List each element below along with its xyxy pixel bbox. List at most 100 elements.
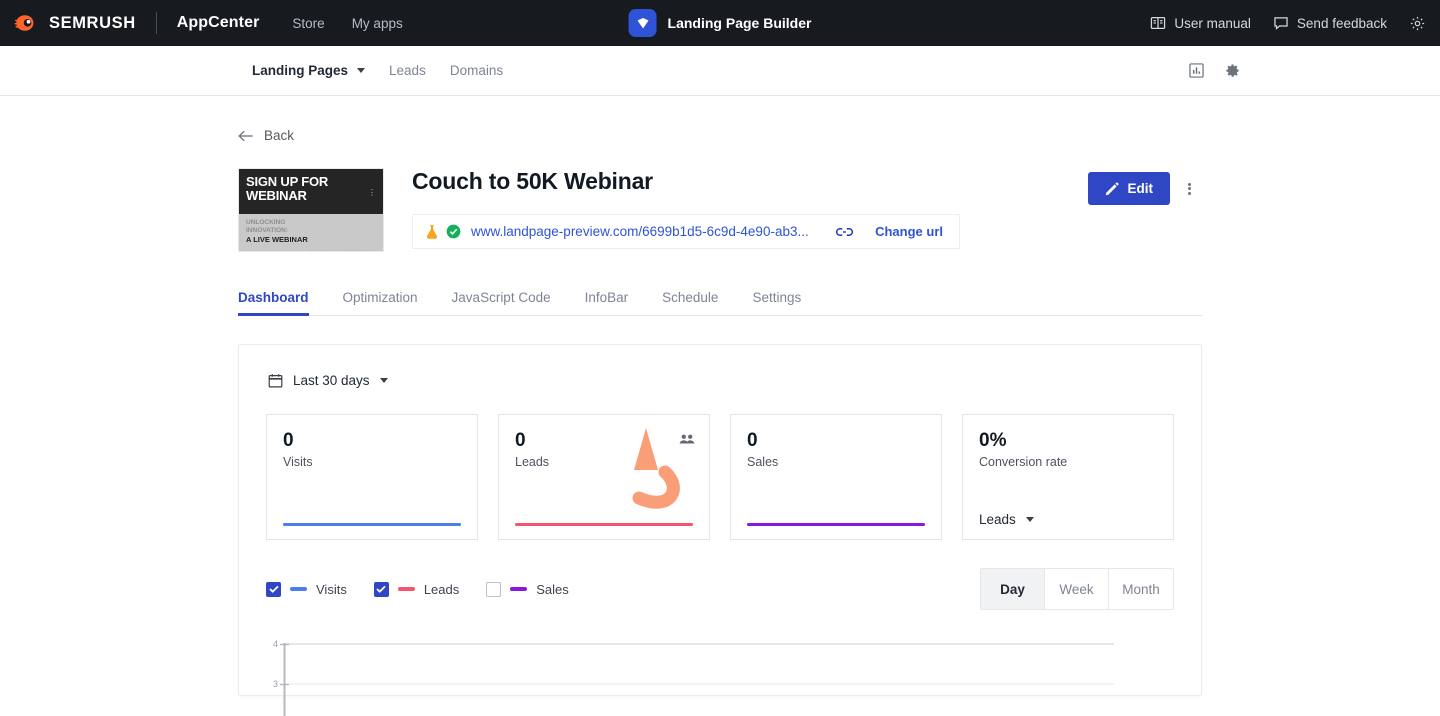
thumbnail-dots-icon: ⋮ [368, 191, 376, 194]
sub-nav-label-domains: Domains [450, 63, 503, 78]
thumbnail-sub-line3: A LIVE WEBINAR [246, 235, 376, 244]
people-icon [679, 433, 695, 445]
sidebar-item-domains[interactable]: Domains [450, 63, 527, 78]
brand-divider [156, 12, 157, 34]
granularity-day[interactable]: Day [981, 569, 1045, 609]
dashboard-panel: Last 30 days 0 Visits 0 Leads [238, 344, 1202, 696]
stat-cards: 0 Visits 0 Leads [266, 414, 1174, 540]
tab-label-optimization: Optimization [343, 290, 418, 305]
thumbnail-sub-line1: UNLOCKING [246, 219, 376, 227]
change-url-button[interactable]: Change url [875, 224, 943, 239]
stats-icon[interactable] [1189, 63, 1204, 78]
granularity-month[interactable]: Month [1109, 569, 1173, 609]
app-title: Landing Page Builder [668, 15, 812, 31]
granularity-week[interactable]: Week [1045, 569, 1109, 609]
tab-optimization[interactable]: Optimization [343, 290, 418, 315]
legend-swatch-leads [398, 587, 415, 591]
stat-card-visits: 0 Visits [266, 414, 478, 540]
stat-label-leads: Leads [515, 455, 693, 469]
legend-item-sales[interactable]: Sales [486, 582, 569, 597]
link-icon[interactable] [836, 226, 853, 238]
tab-bar: Dashboard Optimization JavaScript Code I… [238, 284, 1202, 316]
tab-dashboard[interactable]: Dashboard [238, 290, 309, 315]
url-bar: www.landpage-preview.com/6699b1d5-6c9d-4… [412, 214, 960, 249]
granularity-toggle: Day Week Month [980, 568, 1174, 610]
sidebar-item-landing-pages[interactable]: Landing Pages [252, 63, 389, 78]
chevron-down-icon [380, 378, 388, 383]
back-button[interactable]: Back [238, 96, 1202, 143]
sub-nav-label-leads: Leads [389, 63, 426, 78]
date-range-picker[interactable]: Last 30 days [266, 367, 390, 394]
conversion-metric-select[interactable]: Leads [979, 512, 1034, 527]
date-range-label: Last 30 days [293, 373, 370, 388]
book-icon [1150, 15, 1166, 31]
legend-label-leads: Leads [424, 582, 459, 597]
legend-checkbox-sales[interactable] [486, 582, 501, 597]
tab-label-javascript-code: JavaScript Code [452, 290, 551, 305]
top-bar: SEMRUSH AppCenter Store My apps Landing … [0, 0, 1440, 46]
gear-icon[interactable] [1409, 15, 1426, 32]
stat-value-sales: 0 [747, 429, 925, 452]
thumbnail-header: SIGN UP FOR WEBINAR ⋮ [239, 169, 383, 214]
page-header-main: Couch to 50K Webinar www.landpage-previe [384, 168, 1088, 249]
nav-item-my-apps[interactable]: My apps [352, 16, 403, 31]
chart-svg: 4 3 [266, 634, 1176, 716]
conversion-metric-value: Leads [979, 512, 1016, 527]
metrics-chart: 4 3 [266, 634, 1174, 716]
send-feedback-label: Send feedback [1297, 16, 1387, 31]
legend-checkbox-visits[interactable] [266, 582, 281, 597]
gear-icon[interactable] [1225, 63, 1240, 78]
semrush-mark-icon [14, 14, 42, 32]
page-body: Back SIGN UP FOR WEBINAR ⋮ UNLOCKING INN… [0, 96, 1440, 716]
tab-infobar[interactable]: InfoBar [585, 290, 629, 315]
stat-sparkline-sales [747, 523, 925, 526]
stat-label-sales: Sales [747, 455, 925, 469]
legend-swatch-sales [510, 587, 527, 591]
edit-label: Edit [1128, 181, 1154, 196]
sub-nav-actions [1189, 63, 1240, 78]
semrush-logo: SEMRUSH [14, 14, 136, 33]
sidebar-item-leads[interactable]: Leads [389, 63, 450, 78]
landing-page-builder-icon [629, 9, 657, 37]
tab-settings[interactable]: Settings [752, 290, 801, 315]
nav-item-store[interactable]: Store [292, 16, 324, 31]
y-tick-4: 4 [273, 639, 278, 649]
calendar-icon [268, 373, 283, 388]
chart-legend: Visits Leads Sales [266, 568, 1174, 610]
thumbnail-sub-line2: INNOVATION: [246, 227, 376, 235]
tab-javascript-code[interactable]: JavaScript Code [452, 290, 551, 315]
content-container: Back SIGN UP FOR WEBINAR ⋮ UNLOCKING INN… [238, 96, 1202, 696]
top-bar-actions: User manual Send feedback [1150, 15, 1440, 32]
y-tick-3: 3 [273, 679, 278, 689]
flask-icon [425, 224, 439, 240]
pencil-icon [1105, 182, 1119, 196]
legend-item-visits[interactable]: Visits [266, 582, 347, 597]
thumbnail-headline: SIGN UP FOR WEBINAR [246, 175, 376, 203]
chevron-down-icon [357, 68, 365, 73]
page-title: Couch to 50K Webinar [412, 168, 1088, 195]
tab-label-infobar: InfoBar [585, 290, 629, 305]
more-options-icon[interactable] [1176, 172, 1202, 205]
stat-card-leads: 0 Leads [498, 414, 710, 540]
app-title-block: Landing Page Builder [629, 9, 812, 37]
tab-label-settings: Settings [752, 290, 801, 305]
stat-label-conversion-rate: Conversion rate [979, 455, 1157, 469]
legend-item-leads[interactable]: Leads [374, 582, 459, 597]
brand-name: SEMRUSH [49, 14, 136, 33]
landing-page-thumbnail[interactable]: SIGN UP FOR WEBINAR ⋮ UNLOCKING INNOVATI… [238, 168, 384, 252]
stat-value-visits: 0 [283, 429, 461, 452]
top-nav: Store My apps [292, 16, 402, 31]
legend-swatch-visits [290, 587, 307, 591]
tab-label-dashboard: Dashboard [238, 290, 309, 305]
stat-sparkline-visits [283, 523, 461, 526]
legend-checkbox-leads[interactable] [374, 582, 389, 597]
thumbnail-body: UNLOCKING INNOVATION: A LIVE WEBINAR JOI… [239, 214, 383, 252]
send-feedback-button[interactable]: Send feedback [1273, 15, 1387, 31]
check-circle-icon [446, 224, 461, 239]
user-manual-button[interactable]: User manual [1150, 15, 1251, 31]
brand[interactable]: SEMRUSH AppCenter [0, 12, 259, 34]
edit-button[interactable]: Edit [1088, 172, 1171, 205]
landing-page-url[interactable]: www.landpage-preview.com/6699b1d5-6c9d-4… [471, 224, 809, 239]
tab-schedule[interactable]: Schedule [662, 290, 718, 315]
stat-card-sales: 0 Sales [730, 414, 942, 540]
